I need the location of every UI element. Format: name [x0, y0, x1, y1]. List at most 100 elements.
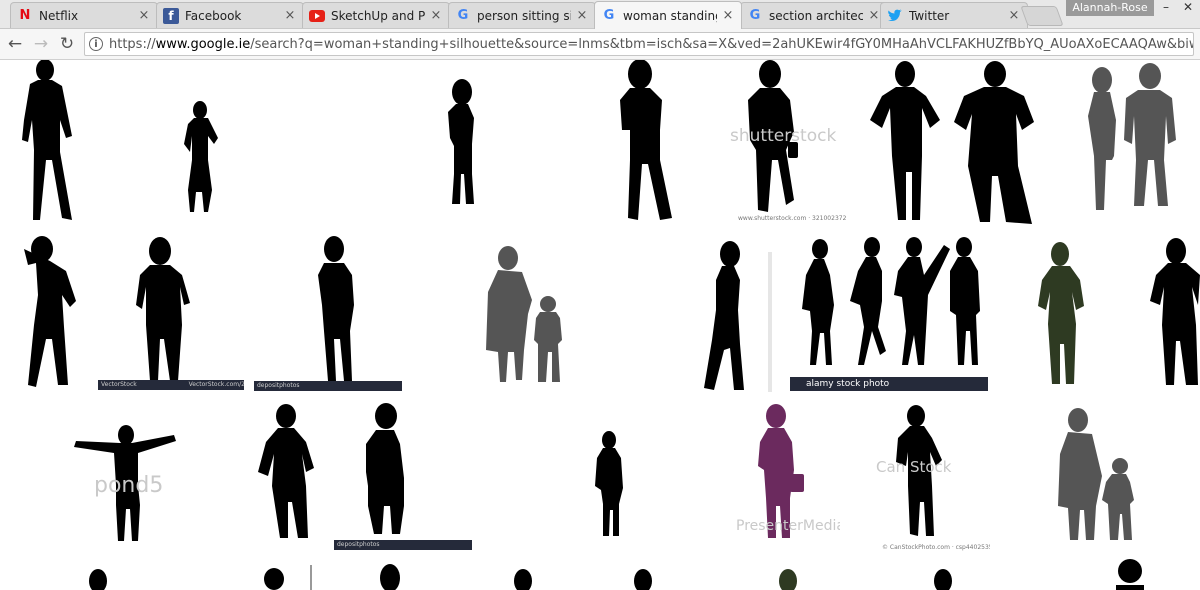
image-result[interactable]	[770, 565, 810, 590]
google-icon: G	[749, 8, 761, 23]
tab-youtube[interactable]: SketchUp and Pho ×	[302, 2, 450, 28]
facebook-icon: f	[163, 7, 179, 24]
image-result[interactable]	[80, 565, 120, 590]
image-result[interactable]	[600, 60, 700, 225]
image-result[interactable]	[625, 565, 665, 590]
forward-button[interactable]: →	[30, 34, 52, 54]
mother-child-silhouette	[1058, 408, 1134, 540]
image-result[interactable]: Can Stock © CanStockPhoto.com · csp44025…	[870, 402, 990, 552]
close-icon[interactable]: ×	[575, 8, 589, 23]
woman-silhouette	[24, 236, 76, 387]
reload-button[interactable]: ↻	[56, 34, 78, 54]
image-result[interactable]: alamy stock photo	[790, 235, 990, 393]
depositphotos-label: depositphotos	[257, 382, 300, 389]
url-domain: www.google.ie	[155, 36, 251, 52]
info-icon[interactable]: i	[89, 37, 103, 51]
image-result[interactable]: depositphotos	[254, 235, 402, 393]
image-result[interactable]	[1080, 60, 1200, 225]
close-icon[interactable]: ×	[283, 8, 297, 23]
woman-silhouette	[264, 565, 312, 590]
new-tab-button[interactable]	[1020, 6, 1064, 26]
image-result[interactable]	[250, 402, 330, 547]
image-result[interactable]	[10, 235, 90, 393]
woman-silhouette	[22, 60, 72, 220]
depositphotos-label: depositphotos	[337, 541, 380, 548]
tab-title: person sitting silh	[477, 8, 571, 23]
image-result[interactable]	[480, 240, 570, 390]
close-icon[interactable]: ×	[721, 8, 735, 23]
image-results-grid: shutterstock www.shutterstock.com · 3210…	[0, 60, 1200, 590]
woman-silhouette	[184, 101, 218, 212]
person-icon-silhouette	[1116, 559, 1144, 590]
woman-silhouette	[896, 405, 942, 536]
close-icon[interactable]: ×	[137, 8, 151, 23]
minimize-button[interactable]: –	[1158, 0, 1174, 16]
image-result[interactable]	[925, 565, 965, 590]
tab-title: woman standing s	[623, 8, 717, 23]
image-result[interactable]	[1140, 235, 1200, 393]
image-result[interactable]	[160, 100, 240, 225]
image-result[interactable]: shutterstock www.shutterstock.com · 3210…	[730, 60, 860, 225]
woman-silhouette	[704, 241, 744, 390]
vectorstock-id: VectorStock.com/2601945	[188, 381, 244, 388]
close-window-button[interactable]: ✕	[1180, 0, 1196, 16]
tab-section-architecture[interactable]: G section architectu ×	[740, 2, 888, 28]
woman-silhouette	[1038, 242, 1084, 384]
women-silhouettes	[870, 61, 1034, 224]
netflix-icon: N	[19, 8, 31, 23]
depositphotos-banner: depositphotos	[334, 540, 472, 550]
alamy-label: alamy stock photo	[806, 379, 890, 389]
image-result[interactable]	[505, 565, 545, 590]
watermark-pond5: pond5	[94, 473, 164, 498]
image-result[interactable]	[1110, 558, 1150, 590]
tab-facebook[interactable]: f Facebook ×	[156, 2, 304, 28]
woman-silhouette	[366, 403, 404, 534]
google-icon: G	[603, 8, 615, 23]
close-icon[interactable]: ×	[867, 8, 881, 23]
watermark-canstock: Can Stock	[876, 458, 952, 476]
youtube-icon	[309, 8, 325, 24]
watermark-canstock-id: © CanStockPhoto.com · csp44025354	[882, 544, 990, 551]
image-result[interactable]: VectorStock VectorStock.com/2601945	[98, 235, 244, 393]
back-button[interactable]: ←	[4, 34, 26, 54]
browser-toolbar: ← → ↻ i https://www.google.ie/search?q=w…	[0, 29, 1200, 60]
woman-silhouette	[934, 569, 952, 590]
woman-silhouette	[779, 569, 797, 590]
image-result[interactable]: pond5	[50, 405, 200, 545]
tab-woman-standing[interactable]: G woman standing s ×	[594, 1, 742, 29]
woman-silhouette	[620, 60, 672, 220]
tab-person-sitting[interactable]: G person sitting silh ×	[448, 2, 596, 28]
image-result[interactable]	[860, 60, 1060, 225]
green-stripe	[768, 252, 772, 392]
woman-silhouette	[1150, 238, 1200, 385]
close-icon[interactable]: ×	[429, 8, 443, 23]
tab-title: SketchUp and Pho	[331, 8, 425, 23]
watermark-shutterstock-id: www.shutterstock.com · 321002372	[738, 215, 847, 222]
woman-silhouette	[448, 79, 474, 204]
tab-netflix[interactable]: N Netflix ×	[10, 2, 158, 28]
image-result[interactable]	[0, 60, 100, 225]
woman-silhouette	[258, 404, 314, 538]
image-result[interactable]	[585, 430, 635, 540]
tab-title: Netflix	[39, 8, 79, 23]
alamy-banner: alamy stock photo	[790, 377, 988, 391]
watermark-presenter-media: PresenterMedia	[736, 518, 840, 534]
url-path: /search?q=woman+standing+silhouette&sour…	[250, 36, 1193, 52]
google-icon: G	[457, 8, 469, 23]
image-result[interactable]	[430, 78, 490, 208]
tab-twitter[interactable]: Twitter ×	[880, 2, 1028, 28]
vectorstock-banner: VectorStock VectorStock.com/2601945	[98, 380, 244, 390]
image-result[interactable]	[370, 560, 410, 590]
close-icon[interactable]: ×	[1007, 8, 1021, 23]
image-result[interactable]: PresenterMedia	[720, 402, 840, 542]
mother-child-silhouette	[486, 246, 562, 382]
address-bar[interactable]: i https://www.google.ie/search?q=woman+s…	[84, 32, 1194, 56]
image-result[interactable]	[250, 565, 330, 590]
image-result[interactable]	[1030, 240, 1090, 390]
image-result[interactable]	[1050, 406, 1140, 546]
image-result[interactable]: depositphotos	[334, 402, 472, 550]
woman-silhouette	[514, 569, 532, 590]
user-profile-badge[interactable]: Alannah-Rose	[1066, 0, 1154, 16]
image-result[interactable]	[690, 240, 780, 392]
woman-silhouette	[380, 564, 400, 590]
